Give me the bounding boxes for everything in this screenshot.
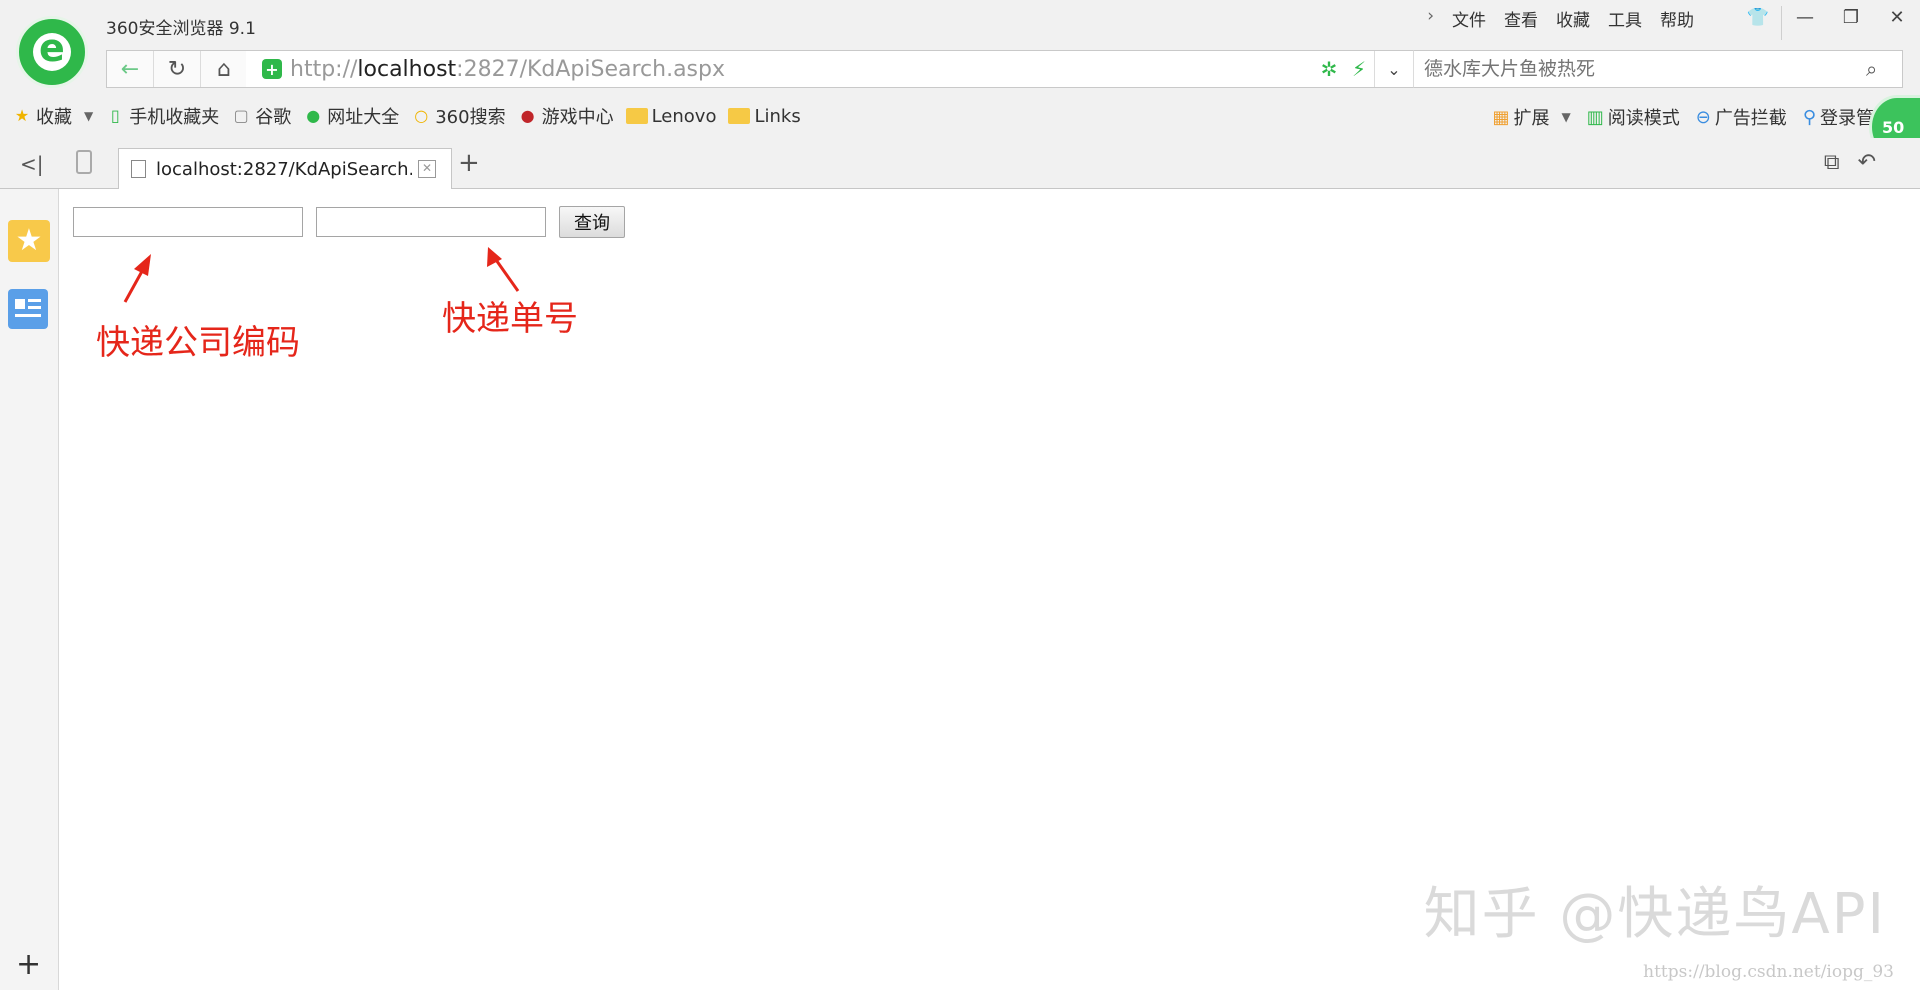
annotation-tracking-number: 快递单号 xyxy=(442,299,578,339)
bookmark-lenovo[interactable]: Lenovo xyxy=(625,106,716,127)
chevron-down-icon[interactable]: ▼ xyxy=(1561,110,1570,124)
arrow-right xyxy=(492,256,520,292)
menu-tools[interactable]: 工具 xyxy=(1608,6,1642,31)
menu-favorites[interactable]: 收藏 xyxy=(1556,6,1590,31)
skin-icon[interactable]: 👕 xyxy=(1735,0,1781,34)
annotation-company-code: 快递公司编码 xyxy=(96,323,300,363)
minimize-button[interactable]: — xyxy=(1782,0,1828,34)
star-icon: ★ xyxy=(14,106,30,125)
search-icon[interactable]: ⌕ xyxy=(1866,57,1877,81)
loading-icon: ✲ xyxy=(1320,57,1338,81)
shield-icon: + xyxy=(262,59,282,79)
window-controls: 👕 — ❐ ✕ xyxy=(1735,0,1920,46)
toolbar-right: ▦ 扩展 ▼ ▥ 阅读模式 ⊖ 广告拦截 ⚲ 登录管家 xyxy=(1492,104,1892,130)
bookmark-links[interactable]: Links xyxy=(728,106,801,127)
chevron-down-icon[interactable]: ▼ xyxy=(84,109,93,123)
chevron-down-icon[interactable]: ⌄ xyxy=(1374,51,1413,87)
close-window-button[interactable]: ✕ xyxy=(1874,0,1920,34)
block-icon: ⊖ xyxy=(1695,106,1711,128)
back-icon[interactable]: ← xyxy=(107,51,154,87)
page-icon: ▢ xyxy=(233,106,249,125)
key-icon: ⚲ xyxy=(1802,106,1816,128)
phone-icon[interactable] xyxy=(76,150,92,174)
watermark-csdn: https://blog.csdn.net/iopg_93 xyxy=(1643,962,1894,982)
menu-file[interactable]: 文件 xyxy=(1452,6,1486,31)
sidebar: ★ + xyxy=(0,189,59,990)
folder-icon xyxy=(728,108,751,124)
menu-bar: › 文件 查看 收藏 工具 帮助 xyxy=(1427,6,1694,31)
adblock-button[interactable]: ⊖ 广告拦截 xyxy=(1696,104,1787,130)
plus-icon[interactable]: + xyxy=(458,148,480,178)
tab-tools: ⧉ ↶ xyxy=(1824,150,1876,175)
bookmark-favorites[interactable]: ★ 收藏 ▼ xyxy=(12,103,93,129)
url-text[interactable]: http://localhost:2827/KdApiSearch.aspx xyxy=(290,57,725,82)
app-title: 360安全浏览器 9.1 xyxy=(106,19,256,39)
logo-letter: e xyxy=(39,26,65,70)
phone-icon: ▯ xyxy=(110,106,120,125)
logo-icon[interactable]: e xyxy=(16,16,88,88)
tab-title: localhost:2827/KdApiSearch.aspx xyxy=(156,158,412,180)
bookmark-google[interactable]: ▢ 谷歌 xyxy=(231,103,292,129)
news-icon[interactable] xyxy=(8,289,48,329)
folder-icon xyxy=(625,108,648,124)
search-box: ⌕ xyxy=(1413,50,1903,88)
reading-mode-button[interactable]: ▥ 阅读模式 xyxy=(1587,104,1680,130)
page-icon xyxy=(131,160,146,178)
chevron-right-icon[interactable]: › xyxy=(1427,6,1434,31)
bookmark-hao[interactable]: ● 网址大全 xyxy=(303,103,399,129)
bookmark-360search[interactable]: ○ 360搜索 xyxy=(411,103,505,129)
undo-icon[interactable]: ↶ xyxy=(1858,150,1876,175)
address-row: ← ↻ ⌂ + http://localhost:2827/KdApiSearc… xyxy=(0,44,1920,94)
bookmark-mobile[interactable]: ▯ 手机收藏夹 xyxy=(105,103,219,129)
nav-buttons: ← ↻ ⌂ xyxy=(106,50,248,88)
plus-icon[interactable]: + xyxy=(16,947,41,982)
star-icon[interactable]: ★ xyxy=(8,220,50,262)
watermark-zhihu: 知乎 @快递鸟API xyxy=(1423,882,1886,947)
collapse-sidebar-icon[interactable]: <| xyxy=(20,152,44,176)
tab-strip: <| localhost:2827/KdApiSearch.aspx ✕ + ⧉… xyxy=(0,138,1920,189)
menu-help[interactable]: 帮助 xyxy=(1660,6,1694,31)
tab-active[interactable]: localhost:2827/KdApiSearch.aspx ✕ xyxy=(118,148,452,189)
restore-button[interactable]: ❐ xyxy=(1828,0,1874,34)
annotation-arrows xyxy=(123,247,520,303)
extensions-button[interactable]: ▦ 扩展 ▼ xyxy=(1492,104,1570,130)
page-content: 查询 快递公司编码 快递单号 知乎 @快递鸟API https://blog.c… xyxy=(59,189,1920,990)
close-icon[interactable]: ✕ xyxy=(418,160,436,178)
refresh-icon[interactable]: ↻ xyxy=(154,51,201,87)
tab-list-icon[interactable]: ⧉ xyxy=(1824,150,1840,175)
game-icon: ● xyxy=(520,106,535,125)
url-actions: ✲ ⚡ ⌄ xyxy=(1314,51,1413,87)
search-input[interactable] xyxy=(1422,57,1866,81)
menu-view[interactable]: 查看 xyxy=(1504,6,1538,31)
bookmark-games[interactable]: ● 游戏中心 xyxy=(518,103,614,129)
arrowhead-left xyxy=(134,254,151,276)
home-icon[interactable]: ⌂ xyxy=(201,51,247,87)
globe-icon: ● xyxy=(306,106,321,125)
address-bar[interactable]: + http://localhost:2827/KdApiSearch.aspx… xyxy=(246,50,1414,88)
grid-icon: ▦ xyxy=(1492,106,1510,128)
search-360-icon: ○ xyxy=(414,106,429,125)
lightning-icon[interactable]: ⚡ xyxy=(1344,57,1374,81)
book-icon: ▥ xyxy=(1586,106,1604,128)
title-bar: 360安全浏览器 9.1 › 文件 查看 收藏 工具 帮助 👕 — ❐ ✕ xyxy=(0,0,1920,44)
bookmarks-bar: ★ 收藏 ▼ ▯ 手机收藏夹 ▢ 谷歌 ● 网址大全 ○ 360搜索 ● 游戏中心 Lenov… xyxy=(0,94,1920,138)
